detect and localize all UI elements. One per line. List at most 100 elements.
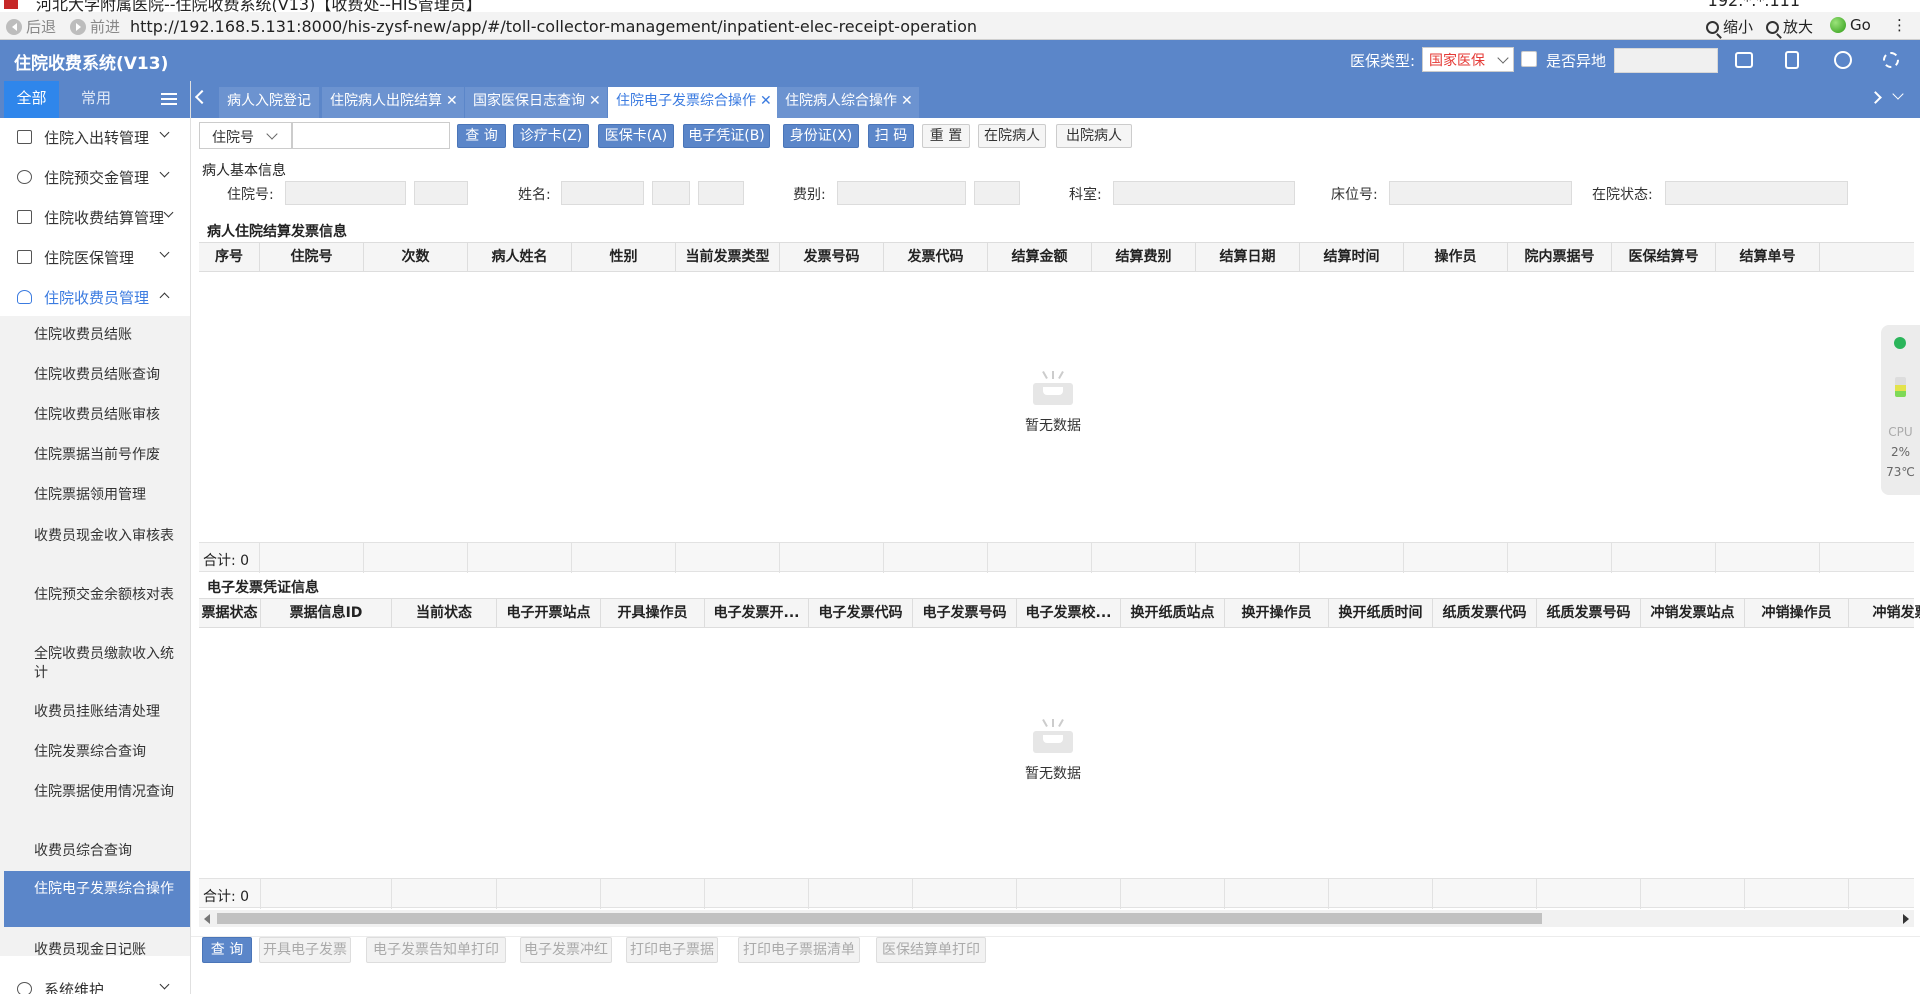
insurance-settle-print-button[interactable]: 医保结算单打印 (876, 937, 986, 963)
column-header[interactable]: 冲销发票站点 (1641, 599, 1745, 628)
go-button[interactable]: Go (1830, 16, 1871, 34)
column-header[interactable]: 结算日期 (1196, 243, 1300, 272)
column-header[interactable]: 院内票据号 (1508, 243, 1612, 272)
insurance-type-select[interactable]: 国家医保 (1422, 47, 1514, 72)
column-header[interactable]: 票据状态 (199, 599, 261, 628)
sidebar-tab-common[interactable]: 常用 (68, 81, 124, 118)
print-e-receipt-list-button[interactable]: 打印电子票据清单 (738, 937, 860, 963)
scrollbar-thumb[interactable] (217, 913, 1542, 924)
menu-group-insurance[interactable]: 住院医保管理 (0, 237, 190, 277)
column-header[interactable]: 当前发票类型 (676, 243, 780, 272)
column-header[interactable]: 次数 (364, 243, 468, 272)
close-icon[interactable]: ✕ (589, 87, 601, 116)
print-e-receipt-button[interactable]: 打印电子票据 (626, 937, 718, 963)
zoom-in-button[interactable]: 放大 (1766, 16, 1813, 37)
scan-button[interactable]: 扫 码 (868, 124, 914, 148)
chevron-down-icon[interactable] (1892, 88, 1904, 100)
cpu-monitor-widget[interactable]: CPU 2% 73℃ (1881, 325, 1920, 495)
sub-item-collector-settle[interactable]: 住院收费员结账 (4, 326, 190, 346)
card-reader-icon[interactable] (1735, 52, 1753, 68)
column-header[interactable]: 住院号 (260, 243, 364, 272)
discharged-button[interactable]: 出院病人 (1056, 124, 1132, 148)
scroll-right-icon[interactable] (1903, 914, 1909, 924)
column-header[interactable]: 电子发票开... (705, 599, 809, 628)
reset-button[interactable]: 重 置 (922, 124, 970, 148)
tab-insurance-log[interactable]: 国家医保日志查询 ✕ (465, 87, 607, 118)
column-header[interactable]: 发票代码 (884, 243, 988, 272)
id-card-button[interactable]: 身份证(X) (783, 124, 859, 148)
printer-icon[interactable] (1785, 51, 1799, 69)
column-header[interactable]: 冲销发票 (1849, 599, 1920, 628)
insurance-card-button[interactable]: 医保卡(A) (598, 124, 674, 148)
zoom-out-button[interactable]: 缩小 (1706, 16, 1753, 37)
sub-item-invoice-query[interactable]: 住院发票综合查询 (4, 743, 190, 762)
column-header[interactable]: 换开操作员 (1225, 599, 1329, 628)
sub-item-void-receipt[interactable]: 住院票据当前号作废 (4, 446, 190, 465)
eye-icon[interactable] (1834, 51, 1852, 69)
column-header[interactable]: 发票号码 (780, 243, 884, 272)
column-header[interactable]: 纸质发票号码 (1537, 599, 1641, 628)
header-input[interactable] (1614, 48, 1718, 73)
sub-item-payment-stats[interactable]: 全院收费员缴款收入统计 (4, 645, 190, 683)
issue-e-invoice-button[interactable]: 开具电子发票 (259, 937, 351, 963)
close-icon[interactable]: ✕ (901, 87, 913, 116)
forward-button[interactable]: 前进 (70, 16, 120, 37)
sub-item-elec-receipt[interactable]: 住院电子发票综合操作 (4, 871, 190, 927)
sub-item-cash-journal[interactable]: 收费员现金日记账 (4, 941, 190, 960)
sub-item-deposit-balance[interactable]: 住院预交金余额核对表 (4, 586, 190, 605)
column-header[interactable]: 性别 (572, 243, 676, 272)
column-header[interactable]: 序号 (199, 243, 260, 272)
close-icon[interactable]: ✕ (446, 87, 458, 116)
column-header[interactable]: 操作员 (1404, 243, 1508, 272)
sub-item-settle-query[interactable]: 住院收费员结账查询 (4, 366, 190, 385)
menu-group-collector[interactable]: 住院收费员管理 (0, 277, 190, 317)
remote-checkbox[interactable] (1521, 51, 1537, 67)
e-invoice-notice-print-button[interactable]: 电子发票告知单打印 (366, 937, 506, 963)
menu-group-admission[interactable]: 住院入出转管理 (0, 117, 190, 157)
url-input[interactable] (130, 14, 1690, 38)
column-header[interactable]: 电子发票号码 (913, 599, 1017, 628)
sub-item-receipt-usage[interactable]: 住院票据使用情况查询 (4, 783, 190, 802)
sidebar-tab-all[interactable]: 全部 (4, 81, 59, 118)
column-header[interactable]: 电子发票校... (1017, 599, 1121, 628)
column-header[interactable]: 病人姓名 (468, 243, 572, 272)
tab-prev-icon[interactable] (194, 89, 210, 105)
tab-elec-receipt[interactable]: 住院电子发票综合操作 ✕ (608, 87, 778, 118)
inpatients-button[interactable]: 在院病人 (978, 124, 1046, 148)
search-type-select[interactable]: 住院号 (199, 122, 292, 149)
column-header[interactable]: 开具操作员 (601, 599, 705, 628)
clinic-card-button[interactable]: 诊疗卡(Z) (513, 124, 589, 148)
column-header[interactable]: 结算单号 (1716, 243, 1820, 272)
menu-group-deposit[interactable]: 住院预交金管理 (0, 157, 190, 197)
horizontal-scrollbar[interactable] (199, 910, 1914, 927)
column-header[interactable]: 电子开票站点 (497, 599, 601, 628)
column-header[interactable]: 电子发票代码 (809, 599, 913, 628)
bottom-query-button[interactable]: 查 询 (202, 937, 252, 963)
column-header[interactable]: 当前状态 (392, 599, 497, 628)
column-header[interactable]: 换开纸质站点 (1121, 599, 1225, 628)
sub-item-cash-audit[interactable]: 收费员现金收入审核表 (4, 527, 190, 546)
column-header[interactable]: 结算费别 (1092, 243, 1196, 272)
column-header[interactable]: 冲销操作员 (1745, 599, 1849, 628)
menu-toggle-icon[interactable] (161, 93, 177, 105)
sub-item-receipt-issue[interactable]: 住院票据领用管理 (4, 486, 190, 505)
scroll-left-icon[interactable] (204, 914, 210, 924)
tab-admission[interactable]: 病人入院登记 (219, 87, 319, 118)
browser-menu-button[interactable]: ⋮ (1892, 16, 1907, 34)
sub-item-collector-query[interactable]: 收费员综合查询 (4, 842, 190, 861)
search-input[interactable] (292, 122, 450, 149)
e-invoice-reverse-button[interactable]: 电子发票冲红 (520, 937, 612, 963)
tab-next-icon[interactable] (1869, 91, 1882, 104)
sub-item-clearance[interactable]: 收费员挂账结清处理 (4, 703, 190, 722)
column-header[interactable]: 医保结算号 (1612, 243, 1716, 272)
menu-group-system[interactable]: 系统维护 (0, 969, 190, 994)
column-header[interactable]: 换开纸质时间 (1329, 599, 1433, 628)
e-credential-button[interactable]: 电子凭证(B) (683, 124, 770, 148)
gear-icon[interactable] (1883, 52, 1899, 68)
column-header[interactable]: 结算金额 (988, 243, 1092, 272)
column-header[interactable]: 票据信息ID (261, 599, 392, 628)
back-button[interactable]: 后退 (6, 16, 56, 37)
tab-patient-ops[interactable]: 住院病人综合操作 ✕ (777, 87, 919, 118)
sub-item-settle-audit[interactable]: 住院收费员结账审核 (4, 406, 190, 425)
menu-group-settlement[interactable]: 住院收费结算管理 (0, 197, 190, 237)
